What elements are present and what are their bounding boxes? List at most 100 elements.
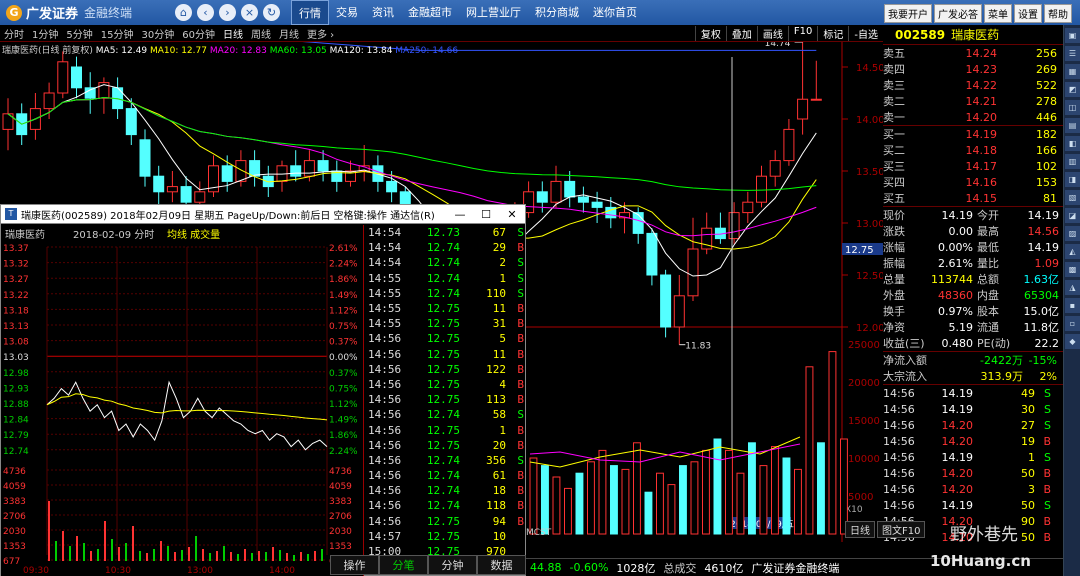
nav-item-1[interactable]: 交易 [329, 0, 365, 25]
tool-icon-13[interactable]: ◭ [1065, 244, 1080, 259]
popup-tick-row-8: 14:56 12.75 11 B [364, 347, 527, 362]
tool-icon-12[interactable]: ▨ [1065, 226, 1080, 241]
stat-label: 涨幅 [883, 241, 905, 254]
intraday-chart[interactable]: 瑞康医药 2018-02-09 分时 均线 成交量 13.37 2.61% 13.32 2.… [1, 225, 363, 576]
popup-tick-side: S [517, 271, 524, 285]
candle-body [673, 295, 685, 328]
tool-icon-2[interactable]: ☰ [1065, 46, 1080, 61]
intraday-popup[interactable]: T 瑞康医药(002589) 2018年02月09日 星期五 PageUp/Do… [0, 204, 526, 576]
popup-titlebar[interactable]: T 瑞康医药(002589) 2018年02月09日 星期五 PageUp/Do… [1, 205, 525, 224]
popup-tick-time: 14:56 [368, 499, 402, 513]
flow-pct: 2% [1039, 369, 1057, 383]
tick-time: 14:56 [883, 434, 915, 448]
volume-bar [667, 484, 676, 535]
tick-time: 14:56 [883, 466, 915, 480]
mini-pct-label: 1.49% [329, 416, 358, 426]
popup-tick-time: 14:56 [368, 332, 402, 346]
period-tab-9[interactable]: 更多 › [303, 26, 338, 41]
tick-side: S [1044, 402, 1051, 416]
popup-tick-price: 12.74 [426, 286, 460, 300]
period-tab-5[interactable]: 60分钟 [178, 26, 219, 41]
top-button-4[interactable]: 帮助 [1044, 4, 1072, 23]
volume-bar [633, 442, 641, 535]
popup-tab-0[interactable]: 操作 [330, 555, 379, 575]
chart-tool-2[interactable]: 画线 [756, 25, 788, 41]
popup-tabs: 操作 分笔 分钟 数据 [330, 555, 526, 575]
mini-price-label: 13.37 [3, 244, 29, 254]
price-axis-label: 14.00 [856, 115, 883, 126]
nav-item-4[interactable]: 网上营业厅 [459, 0, 528, 25]
maximize-icon[interactable]: ☐ [473, 205, 499, 224]
tool-icon-11[interactable]: ◪ [1065, 208, 1080, 223]
tick-side: B [1043, 530, 1051, 544]
popup-tab-3[interactable]: 数据 [477, 555, 526, 575]
top-button-2[interactable]: 菜单 [984, 4, 1012, 23]
chart-tool-1[interactable]: 叠加 [725, 25, 757, 41]
period-tab-0[interactable]: 分时 [0, 26, 28, 41]
chart-tool-4[interactable]: 标记 [817, 25, 848, 41]
mini-pct-label: 0.37% [329, 369, 358, 379]
popup-tick-vol: 5 [499, 332, 506, 346]
tool-icon-8[interactable]: ▥ [1065, 154, 1080, 169]
volume-bar [656, 472, 664, 535]
period-tab-2[interactable]: 5分钟 [62, 26, 96, 41]
tick-vol: 90 [1021, 514, 1035, 528]
app-icon: T [5, 208, 17, 220]
tool-icon-16[interactable]: ▪ [1065, 298, 1080, 313]
period-tab-1[interactable]: 1分钟 [28, 26, 62, 41]
tool-icon-6[interactable]: ▤ [1065, 118, 1080, 133]
tool-icon-3[interactable]: ▦ [1065, 64, 1080, 79]
close-icon[interactable]: ✕ [499, 205, 525, 224]
stat-value: 14.19 [1027, 208, 1060, 222]
popup-tab-1[interactable]: 分笔 [379, 555, 428, 575]
minimize-icon[interactable]: — [447, 205, 473, 224]
period-tab-8[interactable]: 月线 [275, 26, 303, 41]
tool-icon-17[interactable]: ▫ [1065, 316, 1080, 331]
popup-tick-side: B [517, 423, 524, 437]
tool-icon-5[interactable]: ◫ [1065, 100, 1080, 115]
back-icon[interactable]: ‹ [197, 4, 214, 21]
tool-icon-1[interactable]: ▣ [1065, 28, 1080, 43]
quote-price: 14.20 [965, 110, 998, 124]
top-button-1[interactable]: 广发必答 [934, 4, 982, 23]
period-tab-7[interactable]: 周线 [247, 26, 275, 41]
price-axis-label: 13.00 [856, 219, 883, 230]
chart-tool-0[interactable]: 复权 [694, 25, 726, 41]
popup-tick-vol: 2 [499, 256, 506, 270]
nav-item-2[interactable]: 资讯 [365, 0, 401, 25]
nav-item-5[interactable]: 积分商城 [528, 0, 586, 25]
top-button-0[interactable]: 我要开户 [884, 4, 932, 23]
tool-icon-14[interactable]: ▩ [1065, 262, 1080, 277]
right-tab-1[interactable]: 图文F10 [877, 520, 926, 538]
popup-tick-price: 12.74 [426, 271, 460, 285]
nav-item-0[interactable]: 行情 [291, 0, 329, 25]
home-icon[interactable]: ⌂ [175, 4, 192, 21]
popup-tick-vol: 118 [486, 499, 506, 513]
nav-item-6[interactable]: 迷你首页 [586, 0, 644, 25]
quote-price: 14.18 [965, 143, 998, 157]
close-icon[interactable]: × [241, 4, 258, 21]
stat-row-2: 涨幅 0.00% 最低 14.19 [883, 239, 1063, 255]
period-tab-3[interactable]: 15分钟 [97, 26, 138, 41]
chart-tool-5[interactable]: -自选 [848, 25, 883, 41]
forward-icon[interactable]: › [219, 4, 236, 21]
period-tab-4[interactable]: 30分钟 [137, 26, 178, 41]
refresh-icon[interactable]: ↻ [263, 4, 280, 21]
volume-bar [794, 468, 802, 535]
tool-icon-4[interactable]: ◩ [1065, 82, 1080, 97]
volume-bar [541, 465, 549, 535]
tool-icon-10[interactable]: ▧ [1065, 190, 1080, 205]
tool-icon-9[interactable]: ◨ [1065, 172, 1080, 187]
popup-tick-side: B [517, 393, 524, 407]
right-tab-0[interactable]: 日线 [845, 520, 875, 538]
period-tab-6[interactable]: 日线 [219, 26, 247, 41]
sell-row-1: 卖四 14.23 269 [883, 61, 1063, 77]
tool-icon-18[interactable]: ◆ [1065, 334, 1080, 349]
popup-tab-2[interactable]: 分钟 [428, 555, 477, 575]
tool-icon-7[interactable]: ◧ [1065, 136, 1080, 151]
top-button-3[interactable]: 设置 [1014, 4, 1042, 23]
chart-tool-3[interactable]: F10 [787, 25, 817, 41]
tick-side: S [1044, 386, 1051, 400]
tool-icon-15[interactable]: ◮ [1065, 280, 1080, 295]
nav-item-3[interactable]: 金融超市 [401, 0, 459, 25]
